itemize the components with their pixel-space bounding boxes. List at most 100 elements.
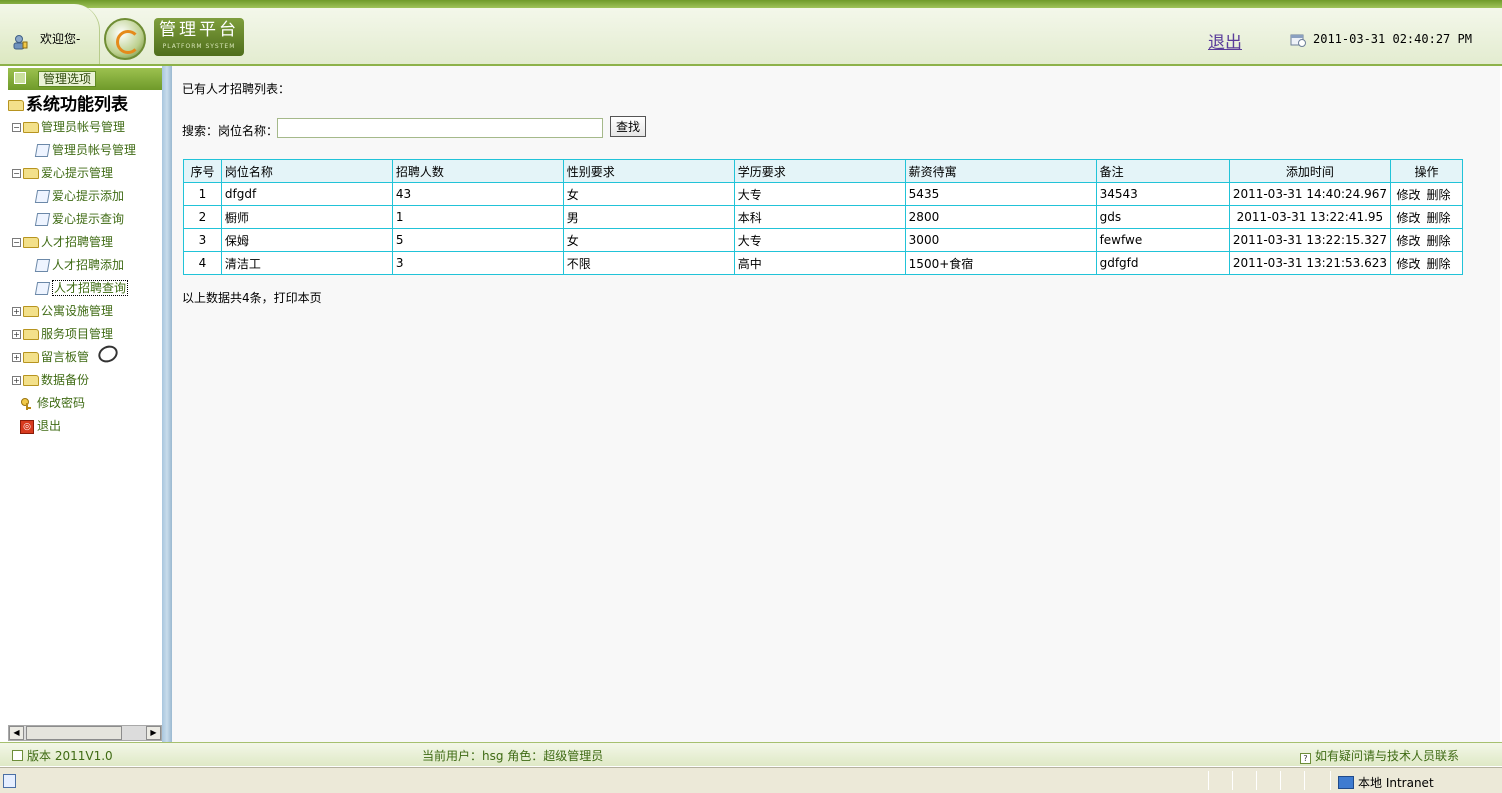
cell-count: 5 xyxy=(391,228,564,252)
intranet-icon xyxy=(1338,776,1354,789)
status-divider xyxy=(1280,771,1281,790)
header-top-bar xyxy=(0,0,1502,8)
sidebar: 管理选项 系统功能列表 − 管理员帐号管理 管理员帐号管理 − 爱心提示管理 爱心提… xyxy=(0,66,164,742)
cell-added-time: 2011-03-31 14:40:24.967 xyxy=(1228,182,1391,206)
options-button[interactable]: 管理选项 xyxy=(38,71,97,87)
cell-added-time: 2011-03-31 13:22:41.95 xyxy=(1228,205,1391,229)
sidebar-header: 管理选项 xyxy=(8,68,162,90)
user-icon xyxy=(13,35,28,50)
table-row: 3 保姆 5 女 大专 3000 fewfwe 2011-03-31 13:22… xyxy=(183,228,1464,252)
tree-folder-guestbook[interactable]: + 留言板管 xyxy=(8,346,162,369)
cell-position: 保姆 xyxy=(220,228,393,252)
tree-item-tips-query[interactable]: 爱心提示查询 xyxy=(8,208,162,231)
logout-link[interactable]: 退出 xyxy=(1208,28,1242,53)
tree-folder-recruit[interactable]: − 人才招聘管理 xyxy=(8,231,162,254)
logo: 管理平台 PLATFORM SYSTEM xyxy=(154,18,244,56)
help-icon: ? xyxy=(1300,753,1311,764)
page-edit-icon xyxy=(34,190,51,203)
col-header: 操作 xyxy=(1389,159,1464,183)
cell-count: 3 xyxy=(391,251,564,275)
logo-title: 管理平台 xyxy=(159,20,239,40)
folder-icon xyxy=(23,352,39,363)
scroll-thumb[interactable] xyxy=(26,726,122,740)
tree-item-tips-add[interactable]: 爱心提示添加 xyxy=(8,185,162,208)
cell-gender: 女 xyxy=(562,182,735,206)
table-row: 1 dfgdf 43 女 大专 5435 34543 2011-03-31 14… xyxy=(183,182,1464,206)
scroll-left-button[interactable]: ◀ xyxy=(9,726,24,740)
cell-salary: 3000 xyxy=(904,228,1097,252)
edit-link[interactable]: 修改 xyxy=(1396,188,1420,202)
edit-link[interactable]: 修改 xyxy=(1396,211,1420,225)
tree-item-admin-account[interactable]: 管理员帐号管理 xyxy=(8,139,162,162)
edit-link[interactable]: 修改 xyxy=(1396,234,1420,248)
expand-icon[interactable]: + xyxy=(12,330,21,339)
folder-icon xyxy=(23,306,39,317)
tree-root[interactable]: 系统功能列表 xyxy=(8,94,162,116)
table-header-row: 序号 岗位名称 招聘人数 性别要求 学历要求 薪资待寓 备注 添加时间 操作 xyxy=(183,159,1464,183)
folder-icon xyxy=(23,237,39,248)
delete-link[interactable]: 删除 xyxy=(1426,188,1450,202)
cell-remark: fewfwe xyxy=(1095,228,1230,252)
expand-icon[interactable]: + xyxy=(12,353,21,362)
tree-folder-admin-account[interactable]: − 管理员帐号管理 xyxy=(8,116,162,139)
page-icon xyxy=(3,774,16,788)
collapse-icon[interactable]: − xyxy=(12,238,21,247)
frame-splitter[interactable] xyxy=(162,66,172,742)
folder-icon xyxy=(23,329,39,340)
table-row: 2 橱师 1 男 本科 2800 gds 2011-03-31 13:22:41… xyxy=(183,205,1464,229)
version-info: 版本 2011V1.0 xyxy=(12,747,113,764)
col-header: 薪资待寓 xyxy=(904,159,1097,183)
function-tree: 系统功能列表 − 管理员帐号管理 管理员帐号管理 − 爱心提示管理 爱心提示添加 爱… xyxy=(8,94,162,438)
tree-folder-tips[interactable]: − 爱心提示管理 xyxy=(8,162,162,185)
delete-link[interactable]: 删除 xyxy=(1426,234,1450,248)
cell-added-time: 2011-03-31 13:22:15.327 xyxy=(1228,228,1391,252)
search-input[interactable] xyxy=(277,118,603,138)
tree-item-change-password[interactable]: 修改密码 xyxy=(8,392,162,415)
window-icon xyxy=(12,750,23,761)
collapse-icon[interactable]: − xyxy=(12,123,21,132)
tree-folder-facilities[interactable]: + 公寓设施管理 xyxy=(8,300,162,323)
tree-item-exit[interactable]: ◎ 退出 xyxy=(8,415,162,438)
window-icon xyxy=(14,72,26,84)
col-header: 招聘人数 xyxy=(391,159,564,183)
cell-position: 清洁工 xyxy=(220,251,393,275)
help-info: ? 如有疑问请与技术人员联系 xyxy=(1300,747,1459,764)
calendar-icon xyxy=(1290,34,1306,47)
search-button[interactable]: 查找 xyxy=(610,116,646,137)
folder-icon xyxy=(23,168,39,179)
cell-position: dfgdf xyxy=(220,182,393,206)
logo-subtitle: PLATFORM SYSTEM xyxy=(162,43,236,50)
cell-added-time: 2011-03-31 13:21:53.623 xyxy=(1228,251,1391,275)
current-user-info: 当前用户：hsg 角色：超级管理员 xyxy=(422,749,604,763)
power-icon: ◎ xyxy=(20,419,34,434)
tree-folder-backup[interactable]: + 数据备份 xyxy=(8,369,162,392)
search-label: 搜索：岗位名称： xyxy=(182,124,279,138)
cell-gender: 不限 xyxy=(562,251,735,275)
delete-link[interactable]: 删除 xyxy=(1426,257,1450,271)
edit-link[interactable]: 修改 xyxy=(1396,257,1420,271)
folder-open-icon xyxy=(8,99,24,111)
status-divider xyxy=(1330,771,1331,790)
cell-actions: 修改 删除 xyxy=(1389,205,1464,229)
cell-index: 2 xyxy=(183,205,222,229)
expand-icon[interactable]: + xyxy=(12,376,21,385)
welcome-text: 欢迎您- xyxy=(40,32,81,46)
status-divider xyxy=(1256,771,1257,790)
folder-icon xyxy=(23,375,39,386)
col-header: 学历要求 xyxy=(733,159,906,183)
cell-salary: 1500+食宿 xyxy=(904,251,1097,275)
tree-item-recruit-query[interactable]: 人才招聘查询 xyxy=(8,277,162,300)
tree-folder-services[interactable]: + 服务项目管理 xyxy=(8,323,162,346)
delete-link[interactable]: 删除 xyxy=(1426,211,1450,225)
datetime-text: 2011-03-31 02:40:27 PM xyxy=(1313,32,1472,46)
app-footer: 版本 2011V1.0 当前用户：hsg 角色：超级管理员 ? 如有疑问请与技术人… xyxy=(0,742,1502,766)
sidebar-horizontal-scrollbar[interactable]: ◀ ▶ xyxy=(8,725,162,741)
tree-item-recruit-add[interactable]: 人才招聘添加 xyxy=(8,254,162,277)
col-header: 备注 xyxy=(1095,159,1230,183)
collapse-icon[interactable]: − xyxy=(12,169,21,178)
scroll-right-button[interactable]: ▶ xyxy=(146,726,161,740)
security-zone[interactable]: 本地 Intranet xyxy=(1338,774,1434,791)
expand-icon[interactable]: + xyxy=(12,307,21,316)
table-row: 4 清洁工 3 不限 高中 1500+食宿 gdfgfd 2011-03-31 … xyxy=(183,251,1464,275)
key-icon xyxy=(21,397,31,410)
